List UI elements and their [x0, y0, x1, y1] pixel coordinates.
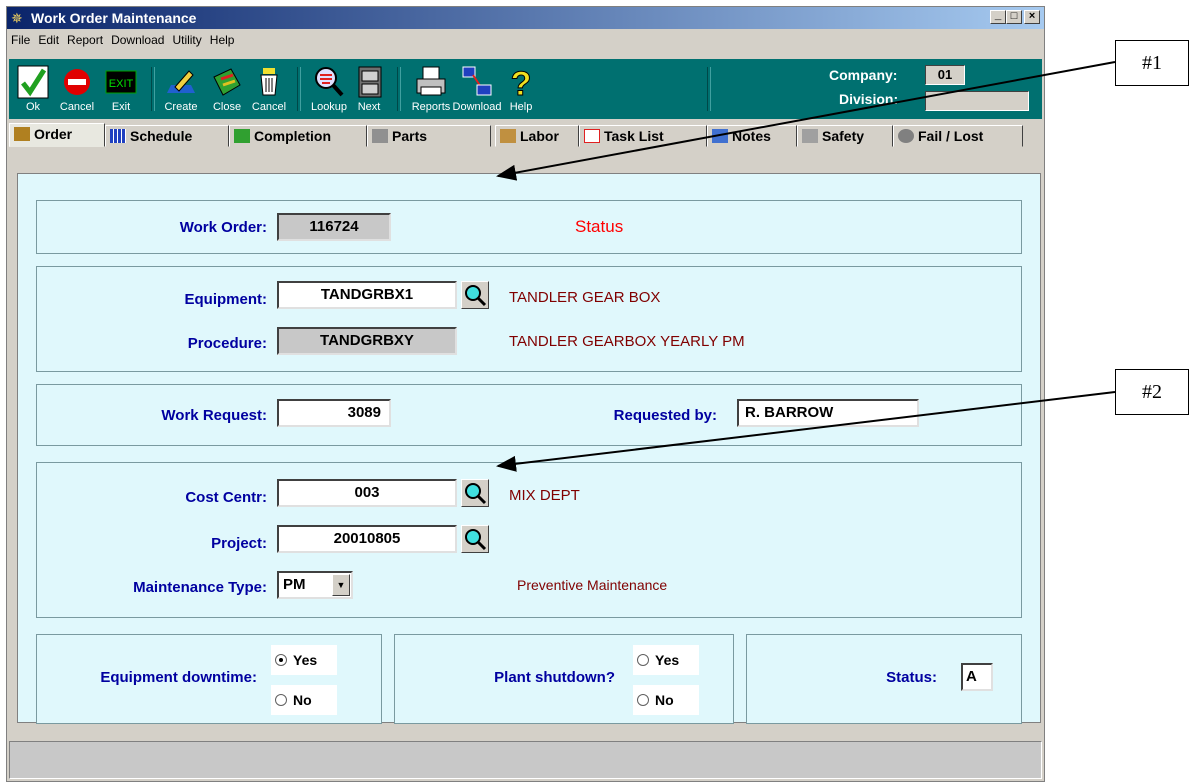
callout-2-arrow [496, 391, 1116, 472]
callout-1-arrow [496, 61, 1116, 181]
callout-arrows [496, 61, 1116, 472]
